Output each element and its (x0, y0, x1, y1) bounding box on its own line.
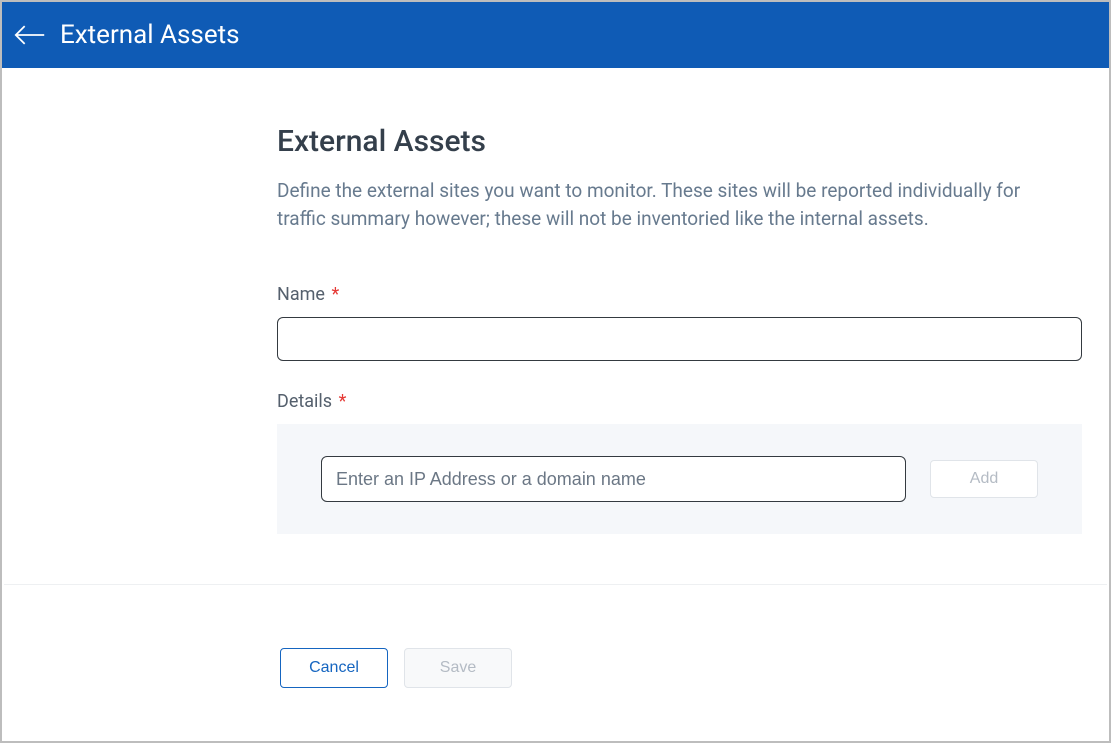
footer-actions: Cancel Save (280, 648, 512, 688)
details-input[interactable] (321, 456, 906, 502)
add-button[interactable]: Add (930, 460, 1038, 498)
page-title: External Assets (277, 124, 1082, 159)
content-area: External Assets Define the external site… (2, 68, 1082, 534)
name-field-group: Name * (277, 284, 1082, 361)
details-label-text: Details (277, 391, 332, 412)
header-title: External Assets (60, 20, 240, 50)
name-input[interactable] (277, 317, 1082, 361)
back-arrow-icon[interactable] (12, 17, 48, 53)
required-asterisk: * (331, 284, 339, 305)
page-description: Define the external sites you want to mo… (277, 177, 1057, 232)
details-field-group: Details * Add (277, 391, 1082, 534)
section-divider (4, 584, 1107, 585)
cancel-button[interactable]: Cancel (280, 648, 388, 688)
name-label: Name * (277, 284, 339, 305)
details-label: Details * (277, 391, 346, 412)
required-asterisk: * (339, 391, 347, 412)
header-bar: External Assets (2, 2, 1109, 68)
details-box: Add (277, 424, 1082, 534)
save-button[interactable]: Save (404, 648, 512, 688)
name-label-text: Name (277, 284, 325, 305)
